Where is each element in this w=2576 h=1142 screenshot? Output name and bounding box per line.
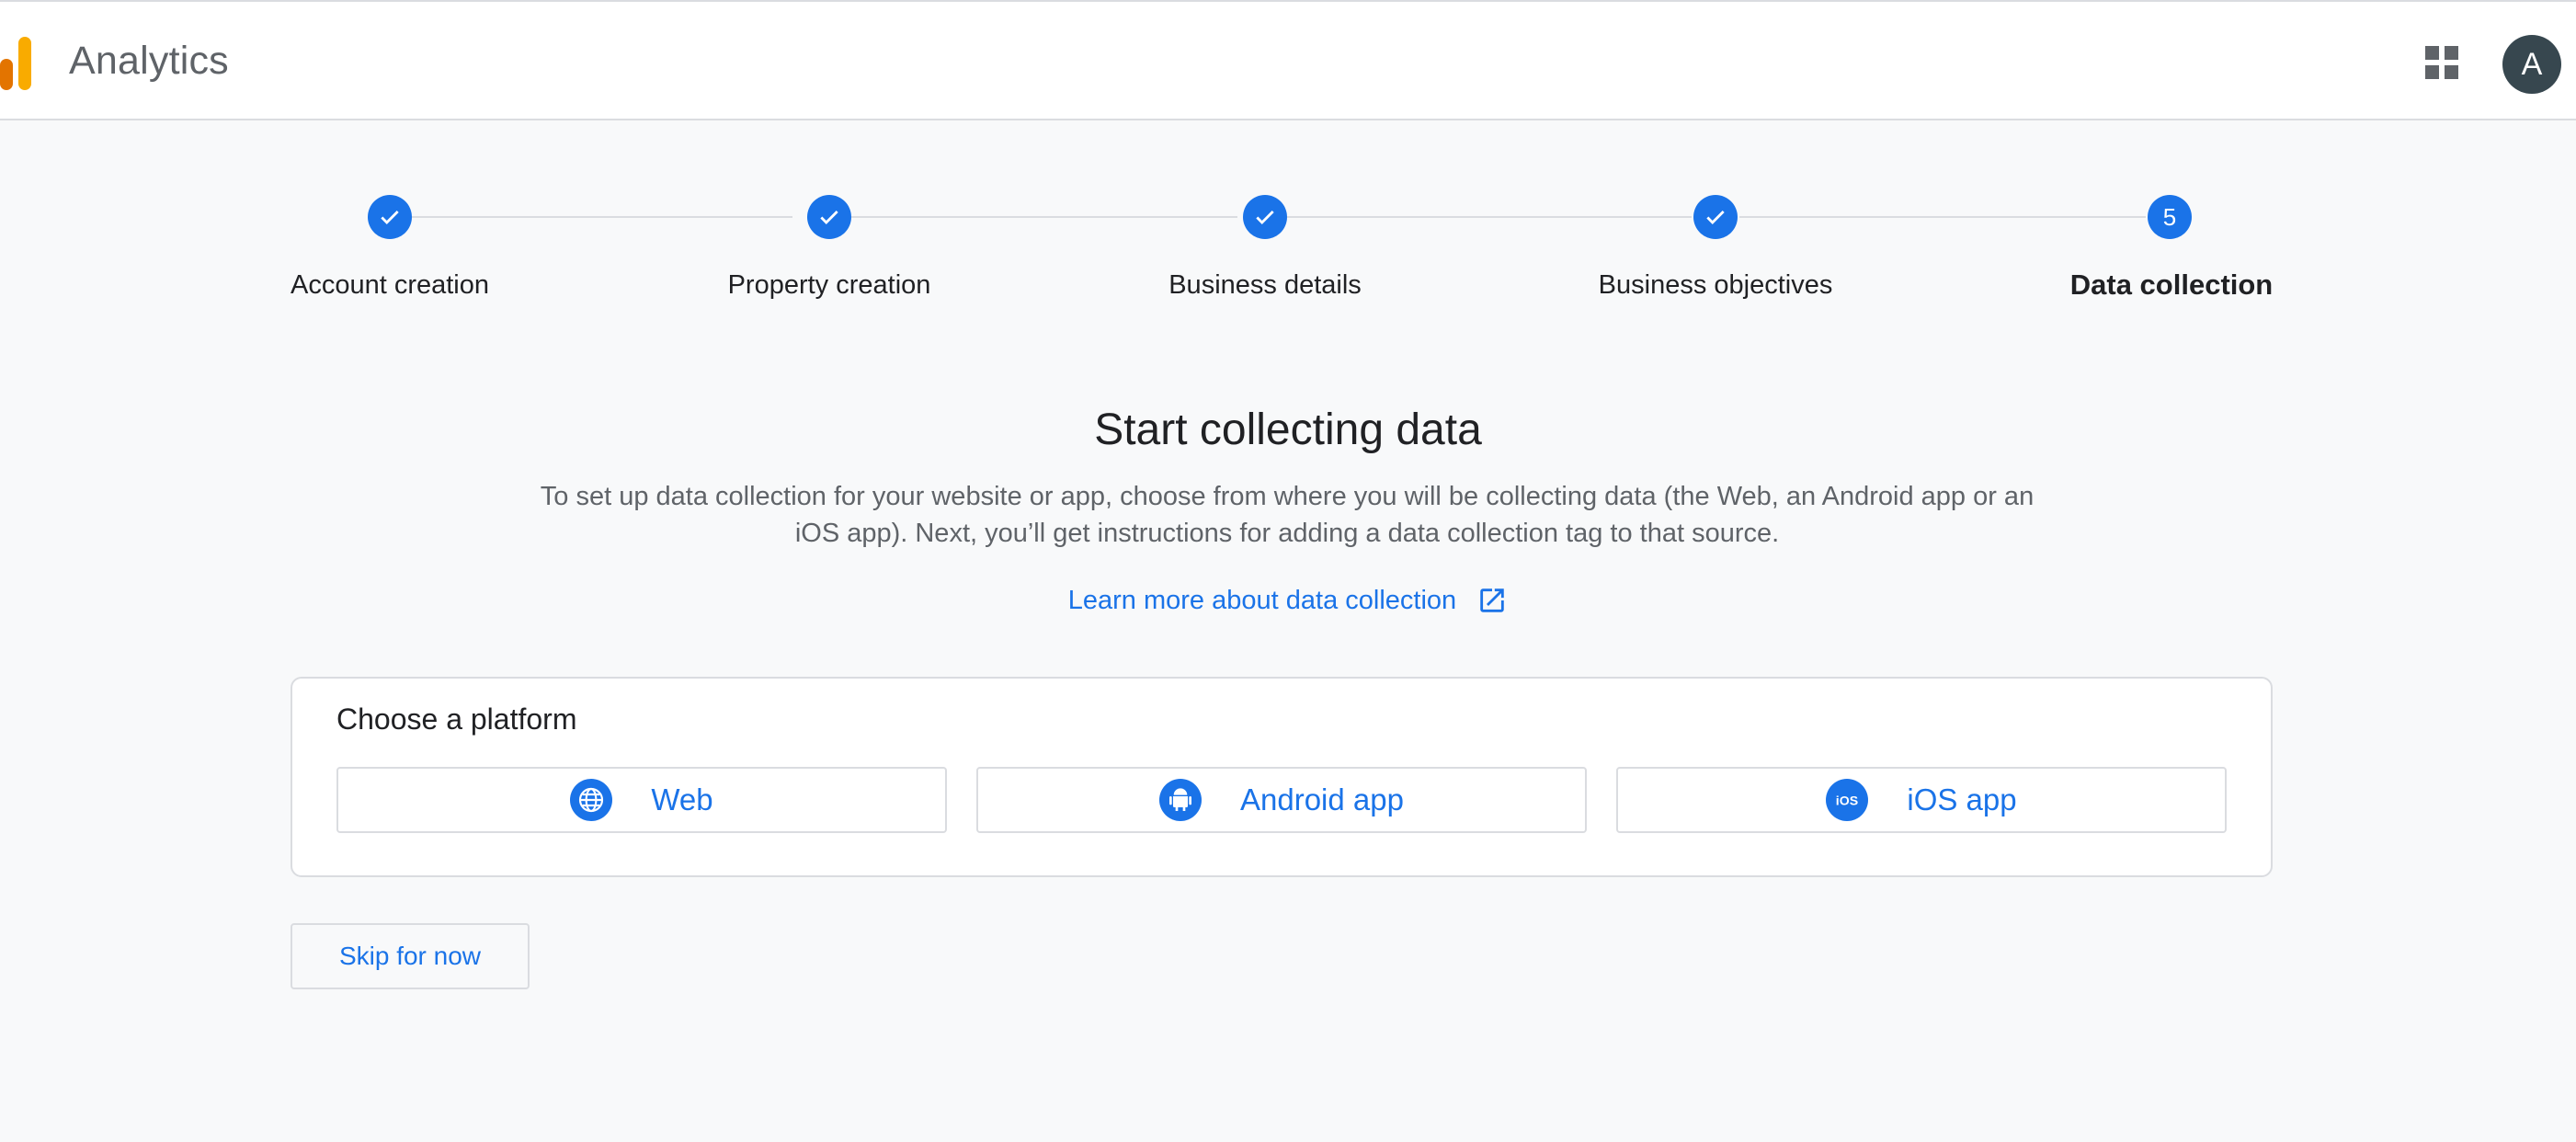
step-4-complete-icon [1693,195,1738,239]
step-2-complete-icon [807,195,851,239]
step-label-account-creation: Account creation [290,270,490,300]
ios-platform-button[interactable]: iOS iOS app [1616,767,2227,833]
step-connector [412,216,792,218]
svg-text:iOS: iOS [1836,794,1858,809]
step-label-property-creation: Property creation [727,270,931,300]
step-connector [1287,216,1692,218]
learn-more-link[interactable]: Learn more about data collection [0,585,2576,616]
web-platform-label: Web [651,782,713,817]
step-1-complete-icon [368,195,412,239]
web-platform-button[interactable]: Web [336,767,947,833]
step-5-number: 5 [2148,195,2192,239]
android-platform-button[interactable]: Android app [976,767,1587,833]
step-label-business-details: Business details [1168,270,1362,300]
step-connector [1739,216,2146,218]
page-heading: Start collecting data [1094,405,1482,454]
skip-for-now-button[interactable]: Skip for now [291,923,530,989]
step-connector [851,216,1237,218]
platform-card: Choose a platform Web Android app iOS iO… [291,677,2273,877]
learn-more-label: Learn more about data collection [1067,585,1457,615]
setup-stepper: 5 Account creation Property creation Bus… [0,0,2576,331]
android-platform-label: Android app [1240,782,1404,817]
step-label-data-collection: Data collection [2069,268,2274,301]
step-3-complete-icon [1243,195,1287,239]
ios-icon: iOS [1826,779,1869,821]
external-link-icon [1480,588,1504,613]
step-label-business-objectives: Business objectives [1598,270,1833,300]
android-icon [1159,779,1202,821]
page-description: To set up data collection for your websi… [540,482,2035,548]
globe-icon [570,779,613,821]
platform-card-title: Choose a platform [336,702,577,736]
ios-platform-label: iOS app [1907,782,2017,817]
